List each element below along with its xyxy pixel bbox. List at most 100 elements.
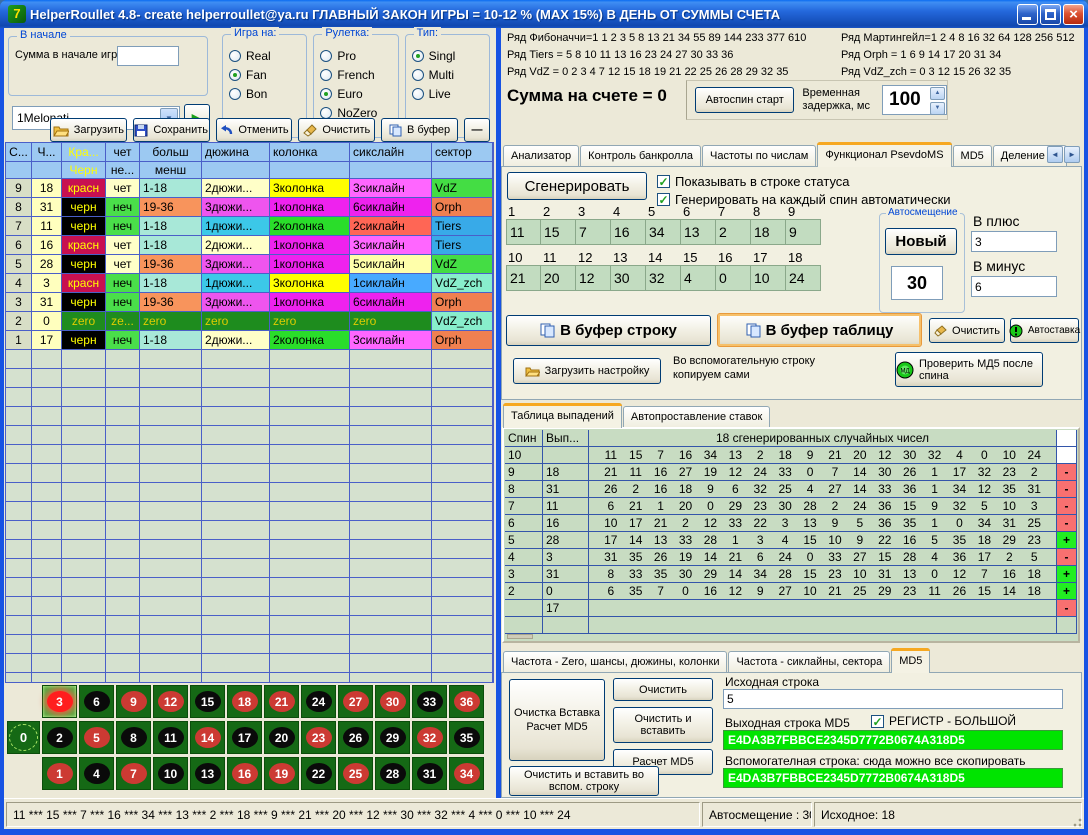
roulette-cell-25[interactable]: 25 [338, 757, 373, 790]
md5-clear-button[interactable]: Очистить [613, 678, 713, 701]
resize-grip[interactable] [1070, 815, 1082, 827]
save-button[interactable]: Сохранить [133, 118, 210, 142]
radio-icon[interactable] [412, 50, 424, 62]
check-md5-button[interactable]: МД Проверить МД5 после спина [895, 352, 1043, 387]
roulette-cell-1[interactable]: 1 [42, 757, 77, 790]
roulette-cell-5[interactable]: 5 [79, 721, 114, 754]
load-settings-button[interactable]: Загрузить настройку [513, 358, 661, 384]
autospin-start-button[interactable]: Автоспин старт [695, 87, 794, 113]
copy-row-button[interactable]: В буфер строку [506, 315, 711, 346]
radio-icon[interactable] [229, 69, 241, 81]
tab-scroll-right-icon[interactable]: ► [1064, 146, 1080, 163]
minimize-button[interactable] [1017, 4, 1038, 25]
autoshift-value[interactable]: 30 [891, 266, 943, 300]
roulette-cell-26[interactable]: 26 [338, 721, 373, 754]
autobet-button[interactable]: Автоставка [1010, 318, 1079, 343]
spin-table[interactable]: СпинВып...18 сгенерированных случайных ч… [502, 427, 1080, 643]
md5-register-checkbox[interactable]: ✓ РЕГИСТР - БОЛЬШОЙ [871, 714, 1016, 728]
md5-clear-insert-button[interactable]: Очистить и вставить [613, 707, 713, 743]
copy-button[interactable]: В буфер [381, 118, 458, 142]
tab-scroll-left-icon[interactable]: ◄ [1047, 146, 1063, 163]
roulette-cell-16[interactable]: 16 [227, 757, 262, 790]
roulette-cell-9[interactable]: 9 [116, 685, 151, 718]
roulette-cell-8[interactable]: 8 [116, 721, 151, 754]
roulette-cell-36[interactable]: 36 [449, 685, 484, 718]
radio-icon[interactable] [229, 88, 241, 100]
checkbox-checked-icon[interactable]: ✓ [657, 175, 670, 188]
freq-tab-1[interactable]: Частота - сиклайны, сектора [728, 651, 890, 673]
roulette-cell-20[interactable]: 20 [264, 721, 299, 754]
radio-option-Pro[interactable]: Pro [320, 49, 393, 63]
roulette-cell-13[interactable]: 13 [190, 757, 225, 790]
spinner-up-icon[interactable]: ▲ [930, 87, 945, 100]
roulette-cell-12[interactable]: 12 [153, 685, 188, 718]
tab-1[interactable]: Контроль банкролла [580, 145, 701, 167]
radio-icon[interactable] [412, 69, 424, 81]
tab-4[interactable]: MD5 [953, 145, 992, 167]
copy-table-button[interactable]: В буфер таблицу [717, 313, 922, 347]
horizontal-scrollbar[interactable] [507, 634, 533, 639]
roulette-cell-28[interactable]: 28 [375, 757, 410, 790]
radio-icon[interactable] [320, 50, 332, 62]
radio-option-Fan[interactable]: Fan [229, 68, 302, 82]
freq-tab-0[interactable]: Частота - Zero, шансы, дюжины, колонки [503, 651, 727, 673]
spin-tab-0[interactable]: Таблица выпадений [503, 403, 622, 428]
tab-0[interactable]: Анализатор [503, 145, 579, 167]
roulette-cell-14[interactable]: 14 [190, 721, 225, 754]
radio-option-Real[interactable]: Real [229, 49, 302, 63]
md5-all-in-one-button[interactable]: Очистка Вставка Расчет MD5 [509, 679, 605, 761]
roulette-cell-19[interactable]: 19 [264, 757, 299, 790]
md5-source-input[interactable] [723, 689, 1063, 709]
roulette-cell-17[interactable]: 17 [227, 721, 262, 754]
roulette-cell-6[interactable]: 6 [79, 685, 114, 718]
roulette-cell-30[interactable]: 30 [375, 685, 410, 718]
md5-clear-insert-aux-button[interactable]: Очистить и вставить во вспом. строку [509, 766, 659, 796]
collapse-button[interactable]: — [464, 118, 490, 142]
roulette-cell-33[interactable]: 33 [412, 685, 447, 718]
maximize-button[interactable] [1040, 4, 1061, 25]
radio-option-Singl[interactable]: Singl [412, 49, 485, 63]
delay-spinner[interactable]: 100 ▲ ▼ [882, 85, 947, 115]
radio-icon[interactable] [320, 69, 332, 81]
clear-button[interactable]: Очистить [298, 118, 375, 142]
md5-aux-value[interactable]: E4DA3B7FBBCE2345D7772B0674A318D5 [723, 768, 1063, 788]
start-sum-input[interactable] [117, 46, 179, 66]
plus-input[interactable] [971, 231, 1057, 252]
title-bar[interactable]: 7 HelperRoullet 4.8- create helperroulle… [0, 0, 1088, 28]
roulette-cell-22[interactable]: 22 [301, 757, 336, 790]
radio-option-Bon[interactable]: Bon [229, 87, 302, 101]
radio-icon[interactable] [320, 88, 332, 100]
minus-input[interactable] [971, 276, 1057, 297]
radio-option-Multi[interactable]: Multi [412, 68, 485, 82]
roulette-cell-32[interactable]: 32 [412, 721, 447, 754]
roulette-cell-23[interactable]: 23 [301, 721, 336, 754]
roulette-cell-34[interactable]: 34 [449, 757, 484, 790]
roulette-cell-31[interactable]: 31 [412, 757, 447, 790]
tab-2[interactable]: Частоты по числам [702, 145, 816, 167]
status-line-checkbox[interactable]: ✓ Показывать в строке статуса [657, 174, 850, 189]
clear-generated-button[interactable]: Очистить [929, 318, 1005, 343]
roulette-cell-11[interactable]: 11 [153, 721, 188, 754]
new-button[interactable]: Новый [885, 228, 957, 255]
spin-tab-1[interactable]: Автопроставление ставок [623, 406, 770, 428]
roulette-cell-29[interactable]: 29 [375, 721, 410, 754]
tab-3[interactable]: Функционал PsevdoMS [817, 142, 951, 167]
roulette-cell-18[interactable]: 18 [227, 685, 262, 718]
freq-tab-2[interactable]: MD5 [891, 648, 930, 673]
roulette-cell-2[interactable]: 2 [42, 721, 77, 754]
roulette-cell-7[interactable]: 7 [116, 757, 151, 790]
radio-icon[interactable] [412, 88, 424, 100]
close-button[interactable]: × [1063, 4, 1084, 25]
roulette-cell-3[interactable]: 3 [42, 685, 77, 718]
radio-option-French[interactable]: French [320, 68, 393, 82]
radio-option-Euro[interactable]: Euro [320, 87, 393, 101]
roulette-cell-21[interactable]: 21 [264, 685, 299, 718]
results-table[interactable]: С...Ч...Кра...четбольшдюжинаколонкасиксл… [5, 142, 494, 683]
generate-button[interactable]: Сгенерировать [507, 172, 647, 200]
roulette-cell-10[interactable]: 10 [153, 757, 188, 790]
roulette-cell-27[interactable]: 27 [338, 685, 373, 718]
radio-icon[interactable] [229, 50, 241, 62]
roulette-cell-24[interactable]: 24 [301, 685, 336, 718]
roulette-cell-15[interactable]: 15 [190, 685, 225, 718]
spinner-down-icon[interactable]: ▼ [930, 102, 945, 115]
